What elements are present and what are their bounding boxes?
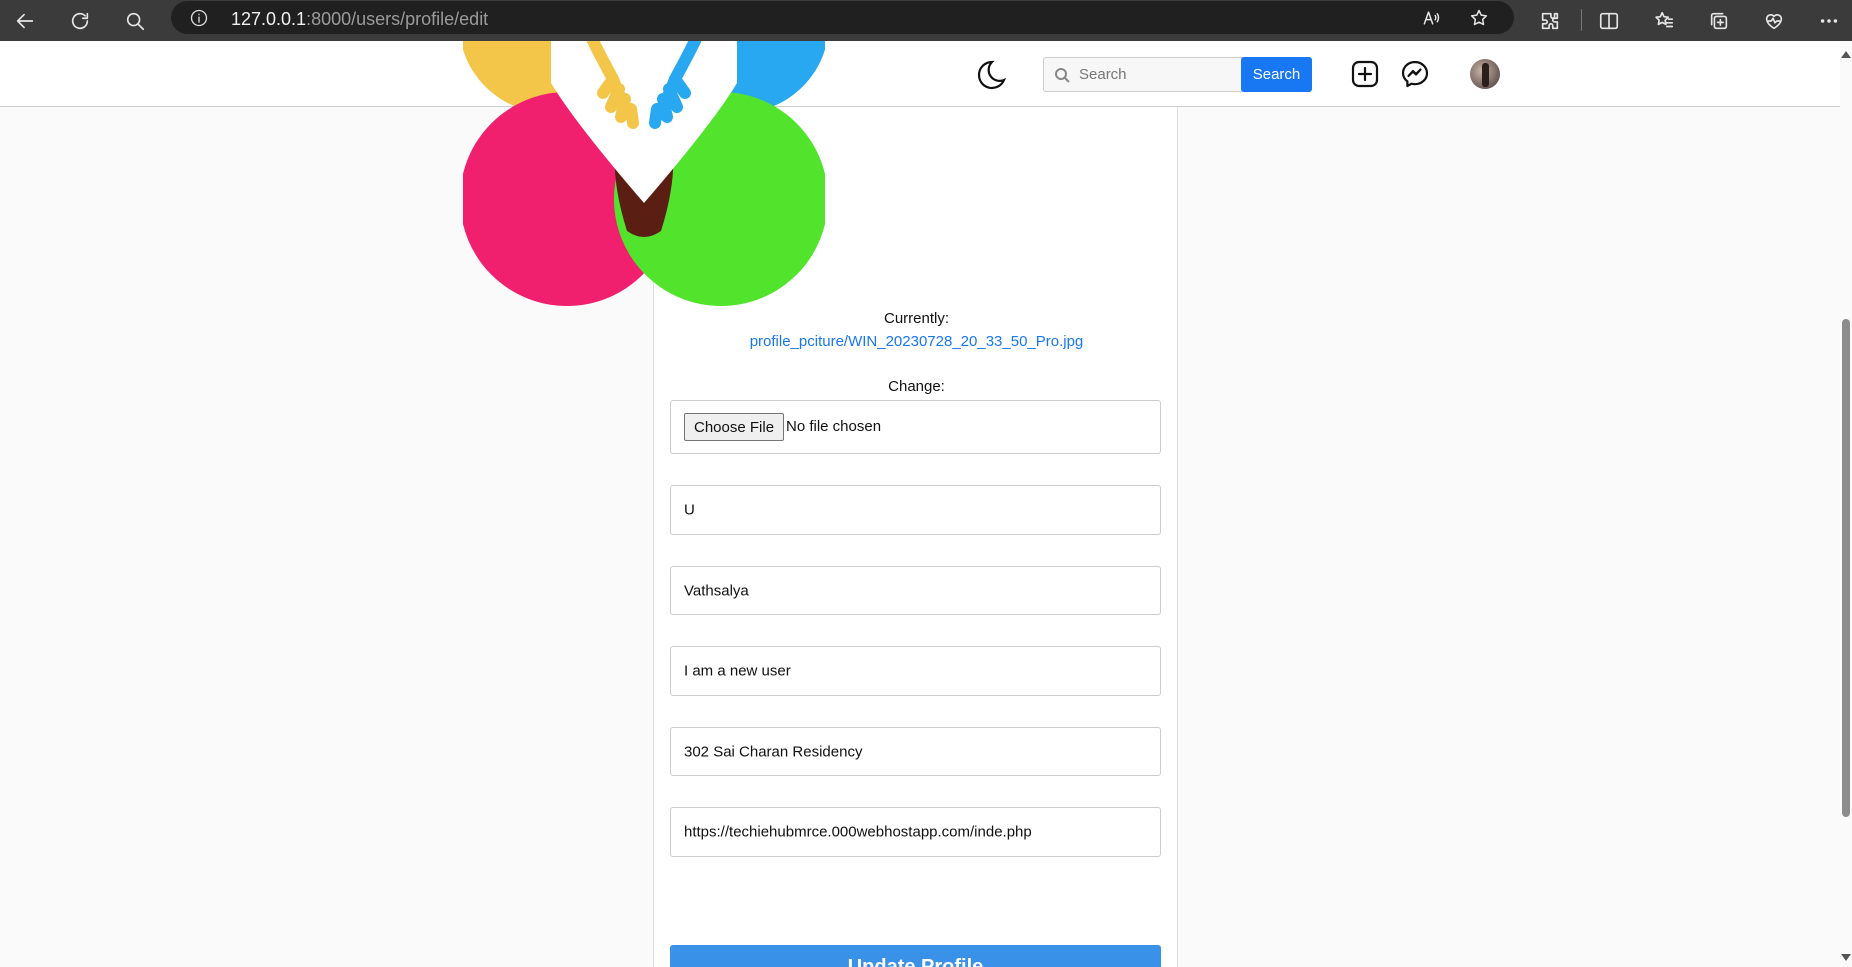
website-value: https://techiehubmrce.000webhostapp.com/… xyxy=(684,823,1032,841)
scroll-up-arrow[interactable] xyxy=(1841,51,1851,58)
extensions-icon[interactable] xyxy=(1533,4,1567,38)
user-avatar[interactable] xyxy=(1470,59,1500,89)
browser-toolbar: 127.0.0.1:8000/users/profile/edit xyxy=(0,0,1852,41)
page-scrollbar[interactable] xyxy=(1840,41,1852,967)
first-name-field[interactable]: U xyxy=(670,485,1161,535)
bio-value: I am a new user xyxy=(684,662,791,680)
search-icon xyxy=(1054,67,1070,83)
split-screen-icon[interactable] xyxy=(1592,4,1626,38)
page-viewport: Currently: profile_pciture/WIN_20230728_… xyxy=(0,41,1852,967)
address-value: 302 Sai Charan Residency xyxy=(684,743,863,760)
last-name-value: Vathsalya xyxy=(684,582,749,599)
current-picture-link[interactable]: profile_pciture/WIN_20230728_20_33_50_Pr… xyxy=(654,333,1179,350)
site-logo xyxy=(463,41,825,306)
browser-essentials-icon[interactable] xyxy=(1757,4,1791,38)
change-label: Change: xyxy=(888,378,945,395)
search-button[interactable]: Search xyxy=(1241,57,1312,92)
refresh-icon[interactable] xyxy=(63,4,97,38)
url-text[interactable]: 127.0.0.1:8000/users/profile/edit xyxy=(231,9,488,30)
site-info-icon[interactable] xyxy=(189,8,209,28)
favorite-star-icon[interactable] xyxy=(1464,3,1494,33)
no-file-chosen-text: No file chosen xyxy=(786,418,882,435)
messenger-icon[interactable] xyxy=(1400,59,1430,89)
bio-field[interactable]: I am a new user xyxy=(670,646,1161,696)
website-field[interactable]: https://techiehubmrce.000webhostapp.com/… xyxy=(670,807,1161,857)
dark-mode-moon-icon[interactable] xyxy=(972,57,1008,93)
address-field[interactable]: 302 Sai Charan Residency xyxy=(670,727,1161,776)
favorites-icon[interactable] xyxy=(1647,4,1681,38)
scroll-down-arrow[interactable] xyxy=(1841,954,1851,961)
last-name-field[interactable]: Vathsalya xyxy=(670,566,1161,615)
collections-icon[interactable] xyxy=(1702,4,1736,38)
search-input-wrapper[interactable] xyxy=(1043,57,1243,92)
more-options-icon[interactable] xyxy=(1812,4,1846,38)
search-input[interactable] xyxy=(1079,66,1229,83)
profile-picture-file-input[interactable]: Choose File No file chosen xyxy=(670,400,1161,454)
address-bar[interactable]: 127.0.0.1:8000/users/profile/edit xyxy=(171,1,1514,34)
create-post-plus-icon[interactable] xyxy=(1350,59,1380,89)
toolbar-separator xyxy=(1581,9,1582,31)
read-aloud-icon[interactable] xyxy=(1416,3,1446,33)
site-navbar: Search xyxy=(0,41,1840,107)
choose-file-button[interactable]: Choose File xyxy=(684,413,785,441)
scrollbar-thumb[interactable] xyxy=(1842,319,1850,817)
back-icon[interactable] xyxy=(8,4,42,38)
first-name-value: U xyxy=(684,501,695,519)
search-icon[interactable] xyxy=(118,4,152,38)
update-profile-button[interactable]: Update Profile xyxy=(670,945,1161,967)
